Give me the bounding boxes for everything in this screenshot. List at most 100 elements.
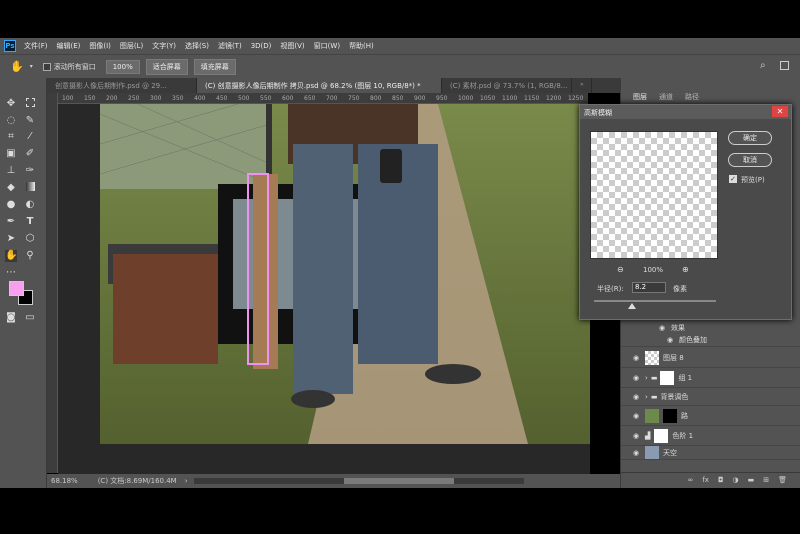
fit-screen-button[interactable]: 适合屏幕: [145, 58, 188, 75]
layer-row[interactable]: ◉ 路: [621, 406, 800, 426]
cancel-button[interactable]: 取消: [728, 153, 772, 167]
menu-type[interactable]: 文字(Y): [152, 41, 176, 51]
menu-window[interactable]: 窗口(W): [314, 41, 340, 51]
fx-icon[interactable]: fx: [702, 476, 709, 484]
document-canvas[interactable]: [58, 104, 590, 474]
lasso-tool-icon[interactable]: ◌: [5, 115, 17, 127]
menu-layer[interactable]: 图层(L): [120, 41, 143, 51]
radius-slider-handle[interactable]: [628, 303, 636, 309]
move-tool-icon[interactable]: ✥: [5, 98, 17, 110]
foreground-color-swatch[interactable]: [9, 281, 24, 296]
gradient-tool-icon[interactable]: [24, 182, 36, 194]
shape-tool-icon[interactable]: ⬡: [24, 233, 36, 245]
eraser-tool-icon[interactable]: ◆: [5, 182, 17, 194]
menu-3d[interactable]: 3D(D): [251, 42, 272, 50]
ruler-tick-label: 550: [260, 95, 272, 102]
type-tool-icon[interactable]: T: [24, 216, 36, 228]
eye-icon[interactable]: ◉: [631, 374, 641, 382]
layer-thumbnail: [645, 350, 659, 365]
tab-doc-3[interactable]: (C) 素材.psd @ 73.7% (1, RGB/8...: [442, 78, 572, 93]
menu-select[interactable]: 选择(S): [185, 41, 209, 51]
crop-tool-icon[interactable]: ⌗: [5, 131, 17, 143]
status-zoom[interactable]: 68.18%: [51, 477, 78, 485]
hand-tool-icon[interactable]: ✋: [10, 60, 24, 73]
quick-mask-icon[interactable]: ◙: [5, 312, 17, 324]
dialog-titlebar[interactable]: 高斯模糊 ✕: [580, 105, 791, 119]
zoom-tool-icon[interactable]: ⚲: [24, 250, 36, 262]
marquee-tool-icon[interactable]: [24, 98, 36, 110]
menu-view[interactable]: 视图(V): [280, 41, 304, 51]
menu-filter[interactable]: 滤镜(T): [218, 41, 242, 51]
radius-input[interactable]: 8.2: [632, 282, 666, 293]
tabs-overflow-icon[interactable]: »: [572, 78, 592, 93]
preview-zoom: 100%: [643, 266, 664, 274]
more-tools-icon[interactable]: ⋯: [5, 267, 17, 279]
layer-effect-row[interactable]: ◉ 效果: [621, 321, 800, 334]
adjustment-icon[interactable]: ◑: [733, 476, 739, 484]
new-group-icon[interactable]: ▬: [748, 476, 755, 484]
ok-button[interactable]: 确定: [728, 131, 772, 145]
fill-screen-button[interactable]: 填充屏幕: [193, 58, 236, 75]
floating-icon-panel[interactable]: [380, 149, 402, 183]
eye-icon[interactable]: ◉: [631, 432, 641, 440]
canvas-area[interactable]: [58, 104, 590, 474]
eye-icon[interactable]: ◉: [631, 393, 641, 401]
preview-checkbox[interactable]: ✓: [729, 175, 737, 183]
blur-tool-icon[interactable]: ●: [5, 199, 17, 211]
horizontal-scrollbar[interactable]: [193, 478, 524, 484]
eye-icon[interactable]: ◉: [657, 324, 667, 332]
frame-tool-icon[interactable]: ▣: [5, 148, 17, 160]
ruler-tick-label: 1100: [502, 95, 518, 102]
ruler-tick-label: 850: [392, 95, 404, 102]
eyedropper-tool-icon[interactable]: ⁄: [24, 131, 36, 143]
stamp-tool-icon[interactable]: ⊥: [5, 165, 17, 177]
new-layer-icon[interactable]: ⊞: [763, 476, 769, 484]
layer-row[interactable]: ◉ › ▬ 背景调色: [621, 388, 800, 406]
dodge-tool-icon[interactable]: ◐: [24, 199, 36, 211]
layer-name: 天空: [663, 448, 677, 457]
ruler-tick-label: 1150: [524, 95, 540, 102]
tool-preset-dropdown-icon[interactable]: ▾: [30, 63, 33, 70]
eye-icon[interactable]: ◉: [631, 449, 641, 457]
layer-effect-row[interactable]: ◉ 颜色叠加: [621, 334, 800, 347]
zoom-out-icon[interactable]: ⊖: [617, 265, 624, 274]
gaussian-blur-dialog: 高斯模糊 ✕ 确定 取消 ✓ 预览(P) ⊖ 100% ⊕ 半径(R): 8.2…: [579, 104, 792, 320]
close-icon[interactable]: ✕: [772, 106, 788, 117]
hand-tool-icon[interactable]: ✋: [5, 250, 17, 262]
status-menu-icon[interactable]: ›: [185, 477, 188, 485]
history-brush-icon[interactable]: ✑: [24, 165, 36, 177]
pen-tool-icon[interactable]: ✒: [5, 216, 17, 228]
preview-canvas[interactable]: [590, 131, 718, 259]
menu-edit[interactable]: 编辑(E): [57, 41, 81, 51]
expand-arrow-icon[interactable]: ›: [645, 374, 648, 382]
eye-icon[interactable]: ◉: [631, 412, 641, 420]
layer-row[interactable]: ◉ 图层 8: [621, 348, 800, 368]
workspace-icon[interactable]: [780, 61, 789, 70]
zoom-100-button[interactable]: 100%: [105, 59, 140, 74]
layer-row[interactable]: ◉ › ▬ 组 1: [621, 368, 800, 388]
tab-doc-2[interactable]: (C) 创意摄影人像后期制作 拷贝.psd @ 68.2% (图层 10, RG…: [197, 78, 442, 93]
menu-help[interactable]: 帮助(H): [349, 41, 374, 51]
eye-icon[interactable]: ◉: [665, 336, 675, 344]
link-layers-icon[interactable]: ∞: [688, 476, 694, 484]
quick-select-tool-icon[interactable]: ✎: [24, 115, 36, 127]
expand-arrow-icon[interactable]: ›: [645, 393, 648, 401]
layer-row[interactable]: ◉ ▟ 色阶 1: [621, 426, 800, 446]
brush-tool-icon[interactable]: ✐: [24, 148, 36, 160]
radius-slider-track[interactable]: [594, 300, 716, 302]
zoom-in-icon[interactable]: ⊕: [682, 265, 689, 274]
eye-icon[interactable]: ◉: [631, 354, 641, 362]
scrollbar-thumb[interactable]: [343, 478, 454, 484]
radius-unit: 像素: [673, 285, 687, 293]
menu-image[interactable]: 图像(I): [89, 41, 111, 51]
layer-row[interactable]: ◉ 天空: [621, 446, 800, 460]
ruler-tick-label: 650: [304, 95, 316, 102]
menu-file[interactable]: 文件(F): [24, 41, 48, 51]
tab-doc-1[interactable]: 创意摄影人像后期制作.psd @ 29...: [47, 78, 197, 93]
scroll-all-checkbox[interactable]: [42, 62, 51, 71]
add-mask-icon[interactable]: ◘: [718, 476, 724, 484]
search-icon[interactable]: ⌕: [760, 60, 766, 71]
trash-icon[interactable]: 🗑: [778, 476, 787, 484]
path-select-icon[interactable]: ➤: [5, 233, 17, 245]
screen-mode-icon[interactable]: ▭: [24, 312, 36, 324]
